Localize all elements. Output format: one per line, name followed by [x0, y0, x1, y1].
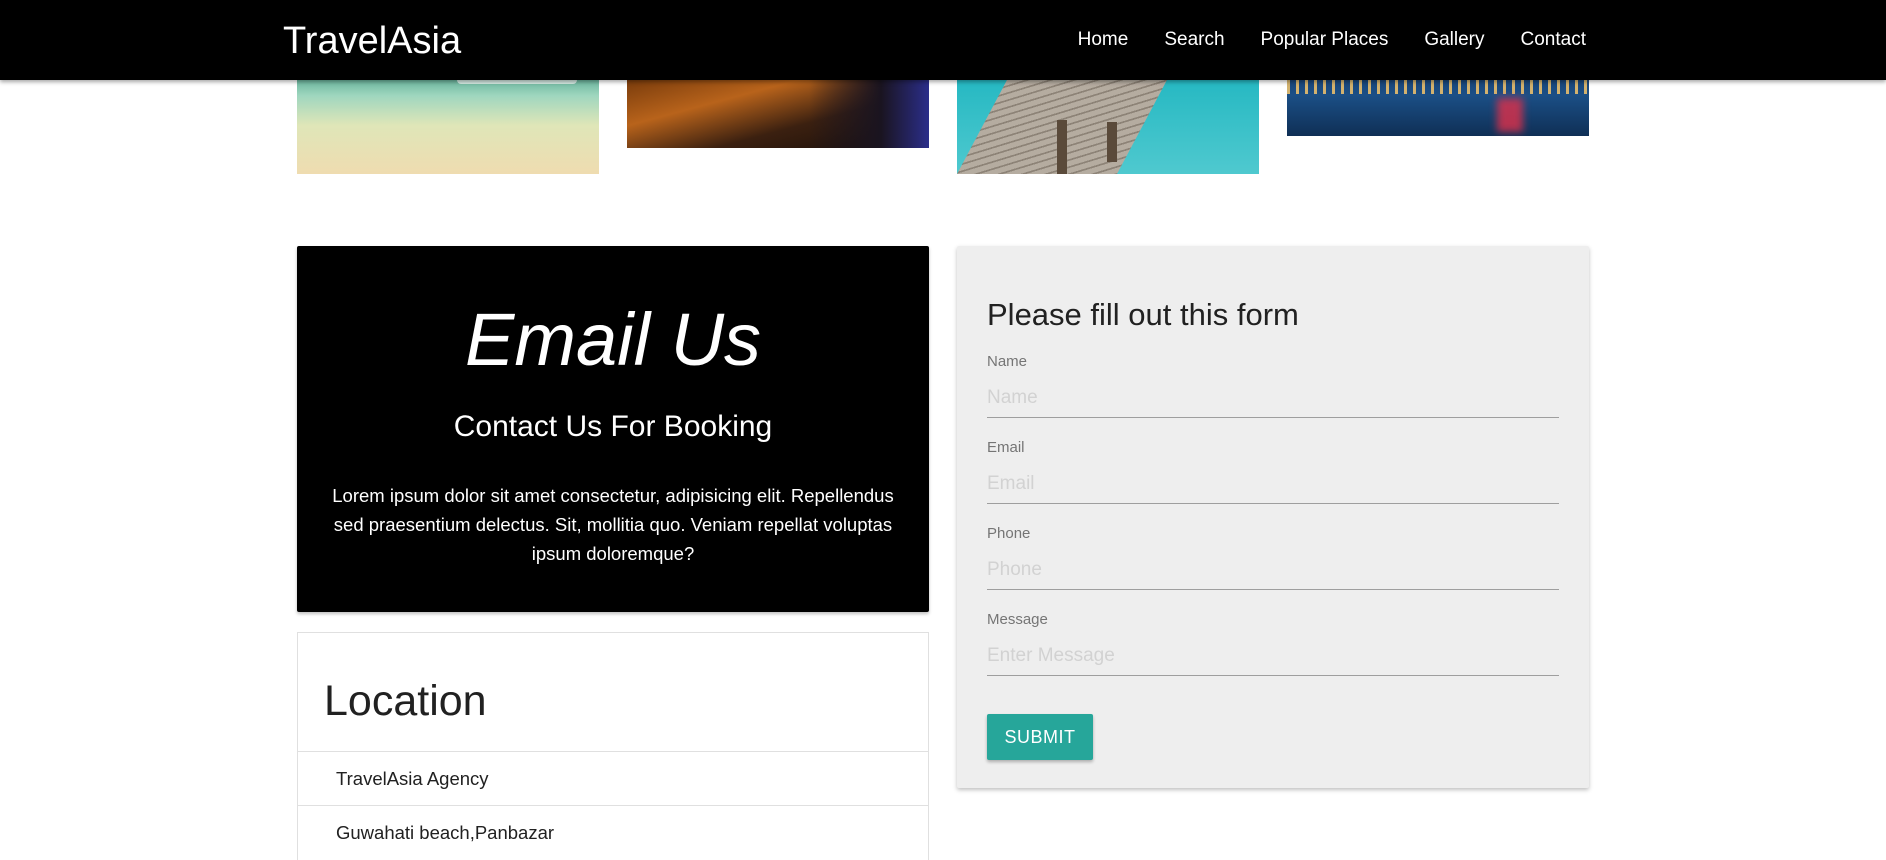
- phone-input[interactable]: [987, 550, 1559, 590]
- name-label: Name: [987, 353, 1028, 370]
- submit-button[interactable]: Submit: [987, 714, 1093, 760]
- email-label: Email: [987, 439, 1025, 456]
- nav-links: Home Search Popular Places Gallery Conta…: [1060, 0, 1586, 80]
- nav-link-home[interactable]: Home: [1060, 29, 1147, 51]
- message-input[interactable]: [987, 636, 1559, 676]
- nav-link-gallery[interactable]: Gallery: [1406, 29, 1502, 51]
- nav-link-search[interactable]: Search: [1146, 29, 1242, 51]
- email-us-description: Lorem ipsum dolor sit amet consectetur, …: [332, 485, 894, 564]
- name-input[interactable]: [987, 378, 1559, 418]
- location-item-agency: TravelAsia Agency: [298, 751, 928, 805]
- phone-label: Phone: [987, 525, 1031, 542]
- nav-link-popular-places[interactable]: Popular Places: [1243, 29, 1407, 51]
- location-card: Location TravelAsia Agency Guwahati beac…: [297, 632, 929, 860]
- brand-logo[interactable]: TravelAsia: [283, 18, 461, 64]
- form-heading: Please fill out this form: [987, 297, 1299, 332]
- email-us-title: Email Us: [464, 298, 762, 381]
- message-label: Message: [987, 611, 1048, 628]
- email-us-card: Email Us Contact Us For Booking Lorem ip…: [297, 246, 929, 612]
- email-input[interactable]: [987, 464, 1559, 504]
- location-item-address: Guwahati beach,Panbazar: [298, 805, 928, 859]
- contact-form-card: Please fill out this form Name Email Pho…: [957, 246, 1589, 788]
- nav-link-contact[interactable]: Contact: [1503, 29, 1586, 51]
- top-navbar: TravelAsia Home Search Popular Places Ga…: [0, 0, 1886, 80]
- location-title: Location: [324, 677, 487, 725]
- email-us-subtitle: Contact Us For Booking: [453, 410, 773, 443]
